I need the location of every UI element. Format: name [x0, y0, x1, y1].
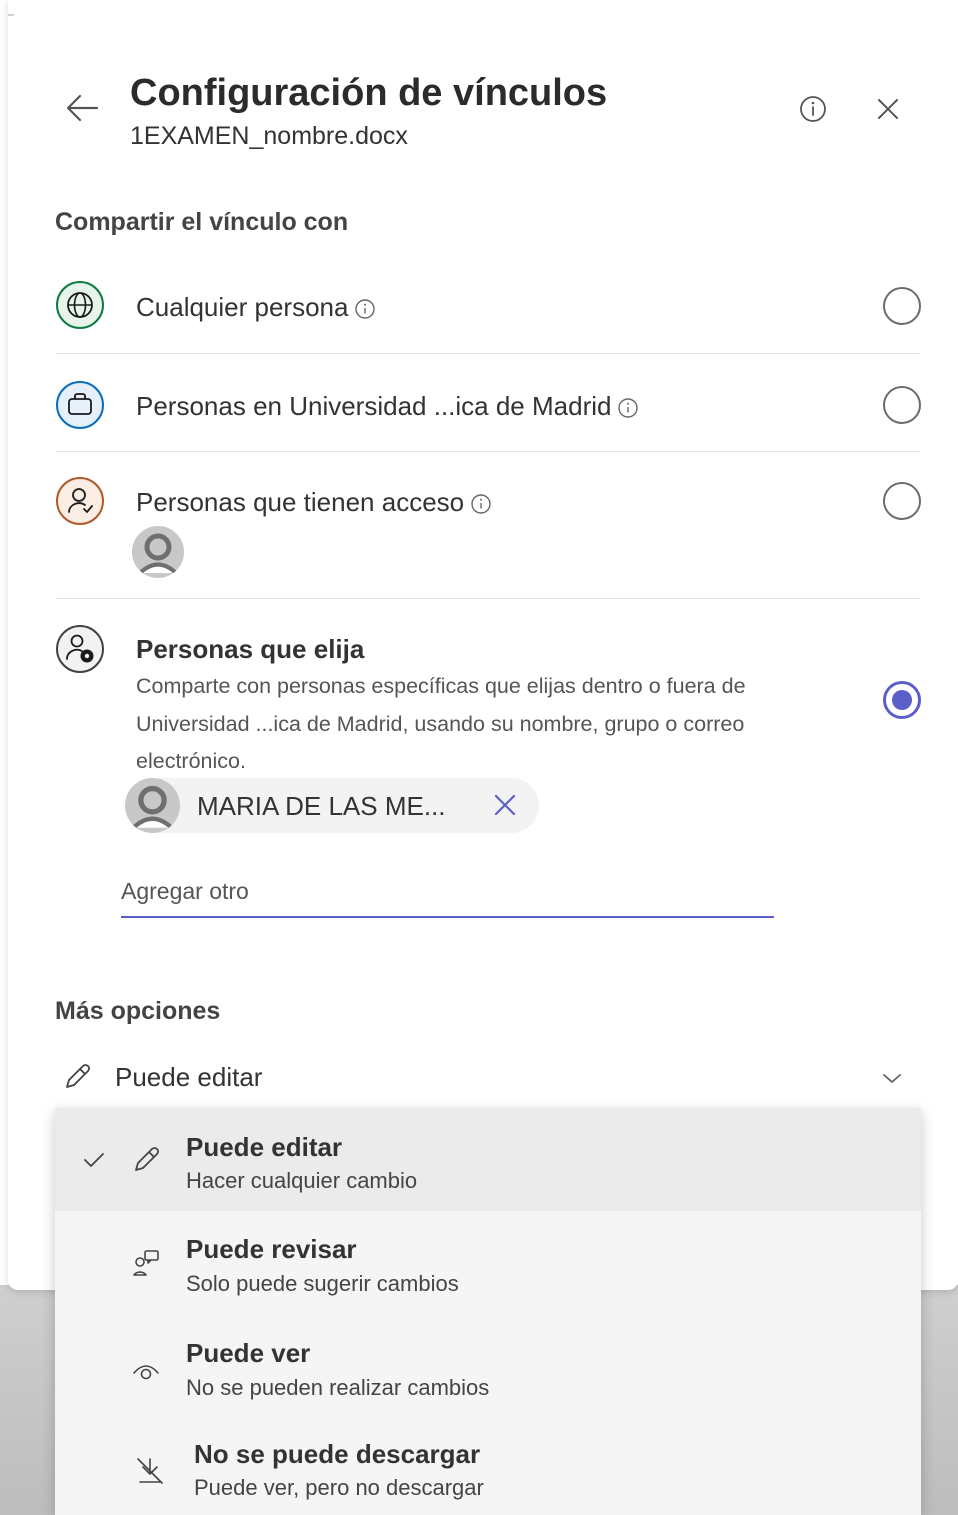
close-icon [878, 99, 898, 119]
no-download-icon [137, 1458, 163, 1484]
option-organization[interactable]: Personas en Universidad ...ica de Madrid [55, 380, 921, 432]
close-button[interactable] [870, 91, 906, 127]
info-icon [618, 398, 639, 418]
menu-item-subtitle: Hacer cualquier cambio [186, 1168, 418, 1193]
option-specific-people-description: Comparte con personas específicas que el… [136, 674, 746, 773]
share-section-label: Compartir el vínculo con [55, 208, 349, 236]
option-specific-people-label: Personas que elija [136, 634, 365, 664]
menu-item-title: Puede editar [186, 1132, 343, 1162]
checkmark-icon [84, 1153, 104, 1167]
radio-existing-access[interactable] [883, 482, 921, 520]
file-name: 1EXAMEN_nombre.docx [130, 122, 408, 150]
option-existing-access-label: Personas que tienen acceso [136, 487, 492, 518]
avatar [125, 778, 180, 833]
menu-item-can-edit[interactable]: Puede editar Hacer cualquier cambio [55, 1108, 921, 1211]
permission-menu: Puede editar Hacer cualquier cambio Pued… [55, 1108, 921, 1515]
panel-edge [8, 14, 14, 16]
menu-item-can-review[interactable]: Puede revisar Solo puede sugerir cambios [55, 1211, 921, 1314]
eye-icon [133, 1365, 159, 1380]
option-organization-label: Personas en Universidad ...ica de Madrid [136, 391, 639, 422]
add-recipient-input[interactable] [121, 866, 774, 918]
info-icon [471, 494, 491, 514]
close-icon [494, 794, 516, 816]
menu-item-subtitle: Solo puede sugerir cambios [186, 1271, 459, 1296]
back-button[interactable] [62, 88, 102, 128]
user-avatar-icon [125, 778, 180, 833]
review-icon [133, 1250, 159, 1276]
user-avatar-icon [132, 526, 184, 578]
info-button[interactable] [795, 91, 831, 127]
pencil-icon [66, 1064, 90, 1088]
permission-value: Puede editar [115, 1062, 263, 1092]
menu-item-title: Puede ver [186, 1338, 311, 1368]
remove-recipient-button[interactable] [489, 789, 521, 821]
option-existing-access[interactable]: Personas que tienen acceso [55, 476, 921, 586]
permission-dropdown[interactable]: Puede editar [55, 1050, 921, 1104]
menu-item-title: Puede revisar [186, 1234, 357, 1264]
radio-anyone[interactable] [883, 287, 921, 325]
option-anyone[interactable]: Cualquier persona [55, 280, 921, 332]
divider [55, 598, 921, 599]
globe-icon [56, 281, 104, 329]
chevron-down-icon [883, 1074, 901, 1083]
menu-item-can-view[interactable]: Puede ver No se pueden realizar cambios [55, 1315, 921, 1418]
info-icon [800, 96, 826, 122]
avatar [132, 526, 184, 578]
divider [55, 353, 921, 354]
radio-organization[interactable] [883, 386, 921, 424]
people-settings-icon [56, 625, 104, 673]
more-options-label: Más opciones [55, 997, 221, 1025]
page-title: Configuración de vínculos [130, 72, 608, 114]
menu-item-subtitle: Puede ver, pero no descargar [194, 1475, 484, 1500]
menu-item-cannot-download[interactable]: No se puede descargar Puede ver, pero no… [55, 1418, 921, 1515]
info-icon [355, 299, 376, 319]
recipient-chip: MARIA DE LAS ME... [125, 778, 539, 833]
menu-item-subtitle: No se pueden realizar cambios [186, 1375, 490, 1400]
pencil-icon [135, 1147, 159, 1171]
divider [55, 451, 921, 452]
option-anyone-label: Cualquier persona [136, 292, 376, 323]
briefcase-icon [56, 381, 104, 429]
radio-specific-people[interactable] [883, 681, 921, 719]
person-icon [56, 477, 104, 525]
menu-item-title: No se puede descargar [194, 1439, 481, 1469]
arrow-left-icon [66, 94, 99, 122]
recipient-name: MARIA DE LAS ME... [197, 791, 446, 821]
